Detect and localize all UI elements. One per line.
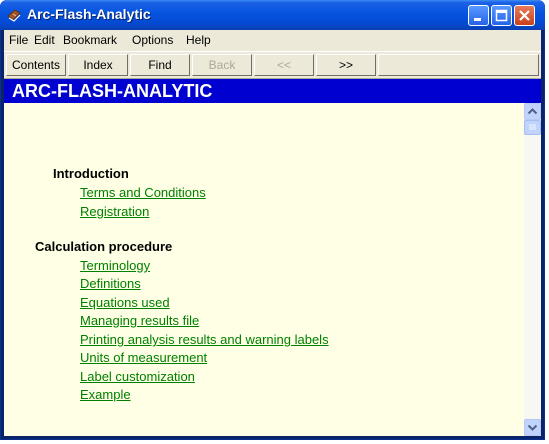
section-heading-calculation-procedure: Calculation procedure [35,239,173,254]
link-label-customization[interactable]: Label customization [80,369,195,384]
grip-icon [529,124,536,130]
menu-bar: File Edit Bookmark Options Help [4,30,541,50]
scroll-thumb[interactable] [524,120,541,135]
find-button[interactable]: Find [130,54,190,76]
previous-topic-button[interactable]: << [254,54,314,76]
next-topic-button[interactable]: >> [316,54,376,76]
back-button[interactable]: Back [192,54,252,76]
page-header: ARC-FLASH-ANALYTIC [4,79,541,103]
scroll-down-button[interactable] [524,419,541,436]
menu-help[interactable]: Help [186,33,211,47]
section-heading-introduction: Introduction [53,166,129,181]
link-units-of-measurement[interactable]: Units of measurement [80,350,207,365]
menu-file[interactable]: File [9,33,28,47]
help-content: Introduction Terms and Conditions Regist… [4,103,524,436]
close-icon [519,10,530,21]
chevron-down-icon [527,424,538,431]
link-registration[interactable]: Registration [80,204,149,219]
contents-button[interactable]: Contents [6,54,66,76]
maximize-button[interactable] [491,5,512,26]
toolbar-spacer [378,54,539,76]
menu-bookmark[interactable]: Bookmark [63,33,117,47]
title-bar[interactable]: Arc-Flash-Analytic [0,0,545,30]
link-terminology[interactable]: Terminology [80,258,150,273]
client-area: File Edit Bookmark Options Help Contents… [4,30,541,436]
link-definitions[interactable]: Definitions [80,276,141,291]
window-title: Arc-Flash-Analytic [27,6,151,22]
app-book-icon [7,9,21,22]
minimize-button[interactable] [468,5,489,26]
link-printing-analysis-results[interactable]: Printing analysis results and warning la… [80,332,329,347]
index-button[interactable]: Index [68,54,128,76]
maximize-icon [495,9,508,22]
link-example[interactable]: Example [80,387,131,402]
menu-options[interactable]: Options [132,33,173,47]
link-managing-results-file[interactable]: Managing results file [80,313,199,328]
toolbar: Contents Index Find Back << >> [4,51,541,79]
app-window: Arc-Flash-Analytic File Edit Bookmark Op… [0,0,545,440]
close-button[interactable] [514,5,535,26]
link-terms-and-conditions[interactable]: Terms and Conditions [80,185,206,200]
menu-edit[interactable]: Edit [34,33,55,47]
scroll-up-button[interactable] [524,103,541,120]
vertical-scrollbar[interactable] [524,103,541,436]
link-equations-used[interactable]: Equations used [80,295,170,310]
chevron-up-icon [527,108,538,115]
minimize-icon [474,18,481,21]
